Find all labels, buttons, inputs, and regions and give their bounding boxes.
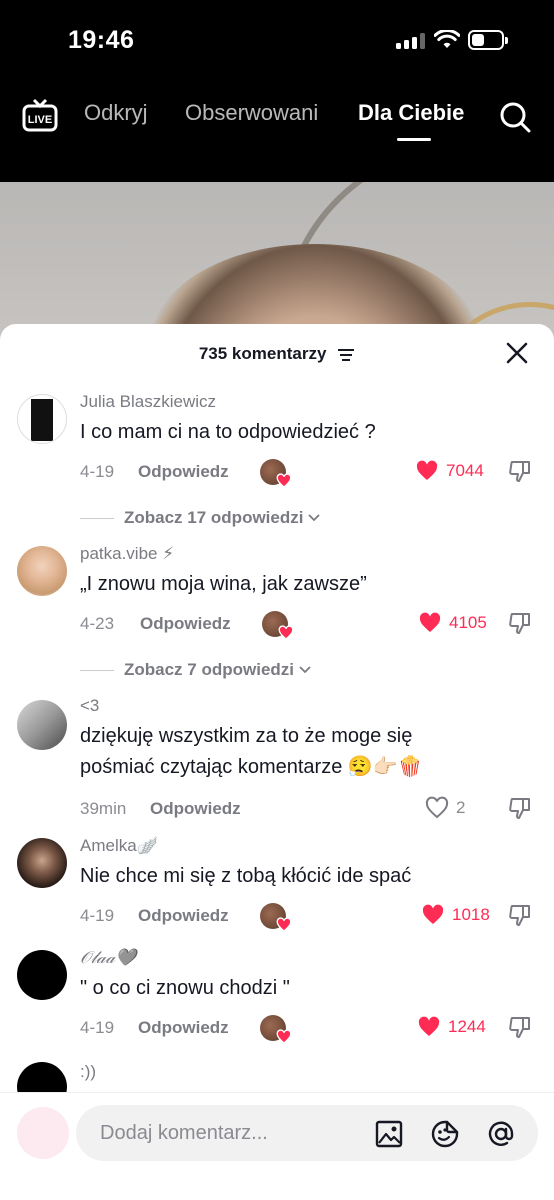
reply-button[interactable]: Odpowiedz	[140, 614, 231, 634]
heart-icon	[418, 1016, 440, 1036]
comment-meta: 4-19 Odpowiedz 1018	[80, 903, 540, 932]
like-count: 1244	[448, 1017, 486, 1036]
heart-icon	[276, 1029, 292, 1044]
comment-date: 39min	[80, 799, 127, 818]
comment-username[interactable]: patka.vibe ⚡	[80, 544, 174, 564]
creator-liked-badge	[260, 459, 292, 488]
like-button[interactable]: 1018	[420, 903, 490, 927]
battery-icon	[468, 30, 508, 50]
avatar[interactable]	[17, 838, 67, 888]
status-bar: 19:46	[0, 0, 554, 82]
view-replies-label: Zobacz 7 odpowiedzi	[124, 660, 295, 679]
avatar[interactable]	[17, 950, 67, 1000]
comment-meta: 39min Odpowiedz 2	[80, 796, 540, 822]
comment-text: Nie chce mi się z tobą kłócić ide spać	[80, 865, 412, 887]
view-replies-button[interactable]: Zobacz 17 odpowiedzi	[80, 508, 321, 528]
dislike-icon[interactable]	[508, 459, 532, 483]
comment-count: 735 komentarzy	[198, 344, 327, 363]
reply-button[interactable]: Odpowiedz	[150, 799, 241, 819]
sticker-icon[interactable]	[430, 1119, 460, 1149]
close-icon[interactable]	[506, 342, 528, 364]
divider	[80, 517, 114, 519]
comment-text: " o co ci znowu chodzi "	[80, 977, 290, 999]
comments-sheet: 735 komentarzy Julia Blaszkiewicz I co m…	[0, 324, 554, 1200]
comment-meta: 4-19 Odpowiedz 1244	[80, 1015, 540, 1044]
top-navigation: LIVE Odkryj Obserwowani Dla Ciebie	[0, 82, 554, 182]
comment-text: dziękuję wszystkim za to że moge się poś…	[80, 725, 423, 778]
comment-date: 4-19	[80, 906, 115, 925]
dislike-icon[interactable]	[508, 1015, 532, 1039]
search-icon[interactable]	[498, 100, 532, 134]
comment-text: „I znowu moja wina, jak zawsze”	[80, 573, 367, 595]
like-count: 4105	[449, 613, 487, 632]
like-button[interactable]: 4105	[417, 611, 487, 635]
dislike-icon[interactable]	[508, 903, 532, 927]
reply-button[interactable]: Odpowiedz	[138, 462, 229, 482]
like-button[interactable]: 1244	[416, 1015, 486, 1039]
like-count: 1018	[452, 905, 490, 924]
comment-composer	[0, 1092, 554, 1200]
heart-icon	[278, 625, 294, 640]
comments-header: 735 komentarzy	[0, 324, 554, 382]
tab-for-you[interactable]: Dla Ciebie	[358, 100, 464, 126]
heart-icon	[419, 612, 441, 632]
dislike-icon[interactable]	[508, 611, 532, 635]
avatar	[17, 1107, 69, 1159]
creator-liked-badge	[260, 1015, 292, 1044]
comment-date: 4-19	[80, 1018, 115, 1037]
heart-icon	[276, 917, 292, 932]
like-count: 2	[456, 798, 466, 817]
heart-icon	[276, 473, 292, 488]
view-replies-button[interactable]: Zobacz 7 odpowiedzi	[80, 660, 312, 680]
comment-date: 4-19	[80, 462, 115, 481]
heart-icon	[422, 904, 444, 924]
avatar[interactable]	[17, 546, 67, 596]
comment-username[interactable]: Julia Blaszkiewicz	[80, 392, 216, 412]
cellular-signal-icon	[396, 33, 425, 49]
divider	[80, 669, 114, 671]
comment-username[interactable]: Amelka🪽	[80, 836, 158, 856]
comment-count-row: 735 komentarzy	[0, 344, 554, 364]
comment-input-box[interactable]	[76, 1105, 538, 1161]
chevron-down-icon	[299, 666, 311, 674]
like-button[interactable]: 7044	[414, 459, 484, 483]
comment-meta: 4-23 Odpowiedz 4105	[80, 611, 540, 640]
reply-button[interactable]: Odpowiedz	[138, 1018, 229, 1038]
comment-username[interactable]: 𝒪𝓁𝒶𝒶🩶	[80, 948, 136, 968]
comment-input[interactable]	[100, 1117, 370, 1149]
like-count: 7044	[446, 461, 484, 480]
comment-meta: 4-19 Odpowiedz 7044	[80, 459, 540, 488]
comment-username[interactable]: :))	[80, 1062, 96, 1082]
image-icon[interactable]	[374, 1119, 404, 1149]
comment-text: I co mam ci na to odpowiedzieć ?	[80, 421, 376, 443]
chevron-down-icon	[308, 514, 321, 522]
avatar[interactable]	[17, 394, 67, 444]
creator-liked-badge	[260, 903, 292, 932]
active-tab-indicator	[397, 138, 431, 141]
mention-icon[interactable]	[486, 1119, 516, 1149]
filter-icon[interactable]	[337, 348, 355, 362]
comment-date: 4-23	[80, 614, 115, 633]
dislike-icon[interactable]	[508, 796, 532, 820]
view-replies-label: Zobacz 17 odpowiedzi	[124, 508, 304, 527]
tab-discover[interactable]: Odkryj	[84, 100, 148, 126]
comment-username[interactable]: <3	[80, 696, 99, 716]
avatar[interactable]	[17, 1062, 67, 1094]
reply-button[interactable]: Odpowiedz	[138, 906, 229, 926]
live-icon[interactable]: LIVE	[22, 98, 58, 134]
avatar[interactable]	[17, 700, 67, 750]
tab-following[interactable]: Obserwowani	[185, 100, 318, 126]
status-time: 19:46	[68, 26, 135, 54]
video-player[interactable]	[0, 182, 554, 342]
heart-icon	[416, 460, 438, 480]
heart-icon	[425, 796, 449, 819]
like-button[interactable]: 2	[424, 796, 465, 820]
wifi-icon	[434, 30, 460, 48]
svg-text:LIVE: LIVE	[28, 114, 52, 126]
comment-list: Julia Blaszkiewicz I co mam ci na to odp…	[0, 382, 554, 1094]
creator-liked-badge	[262, 611, 294, 640]
